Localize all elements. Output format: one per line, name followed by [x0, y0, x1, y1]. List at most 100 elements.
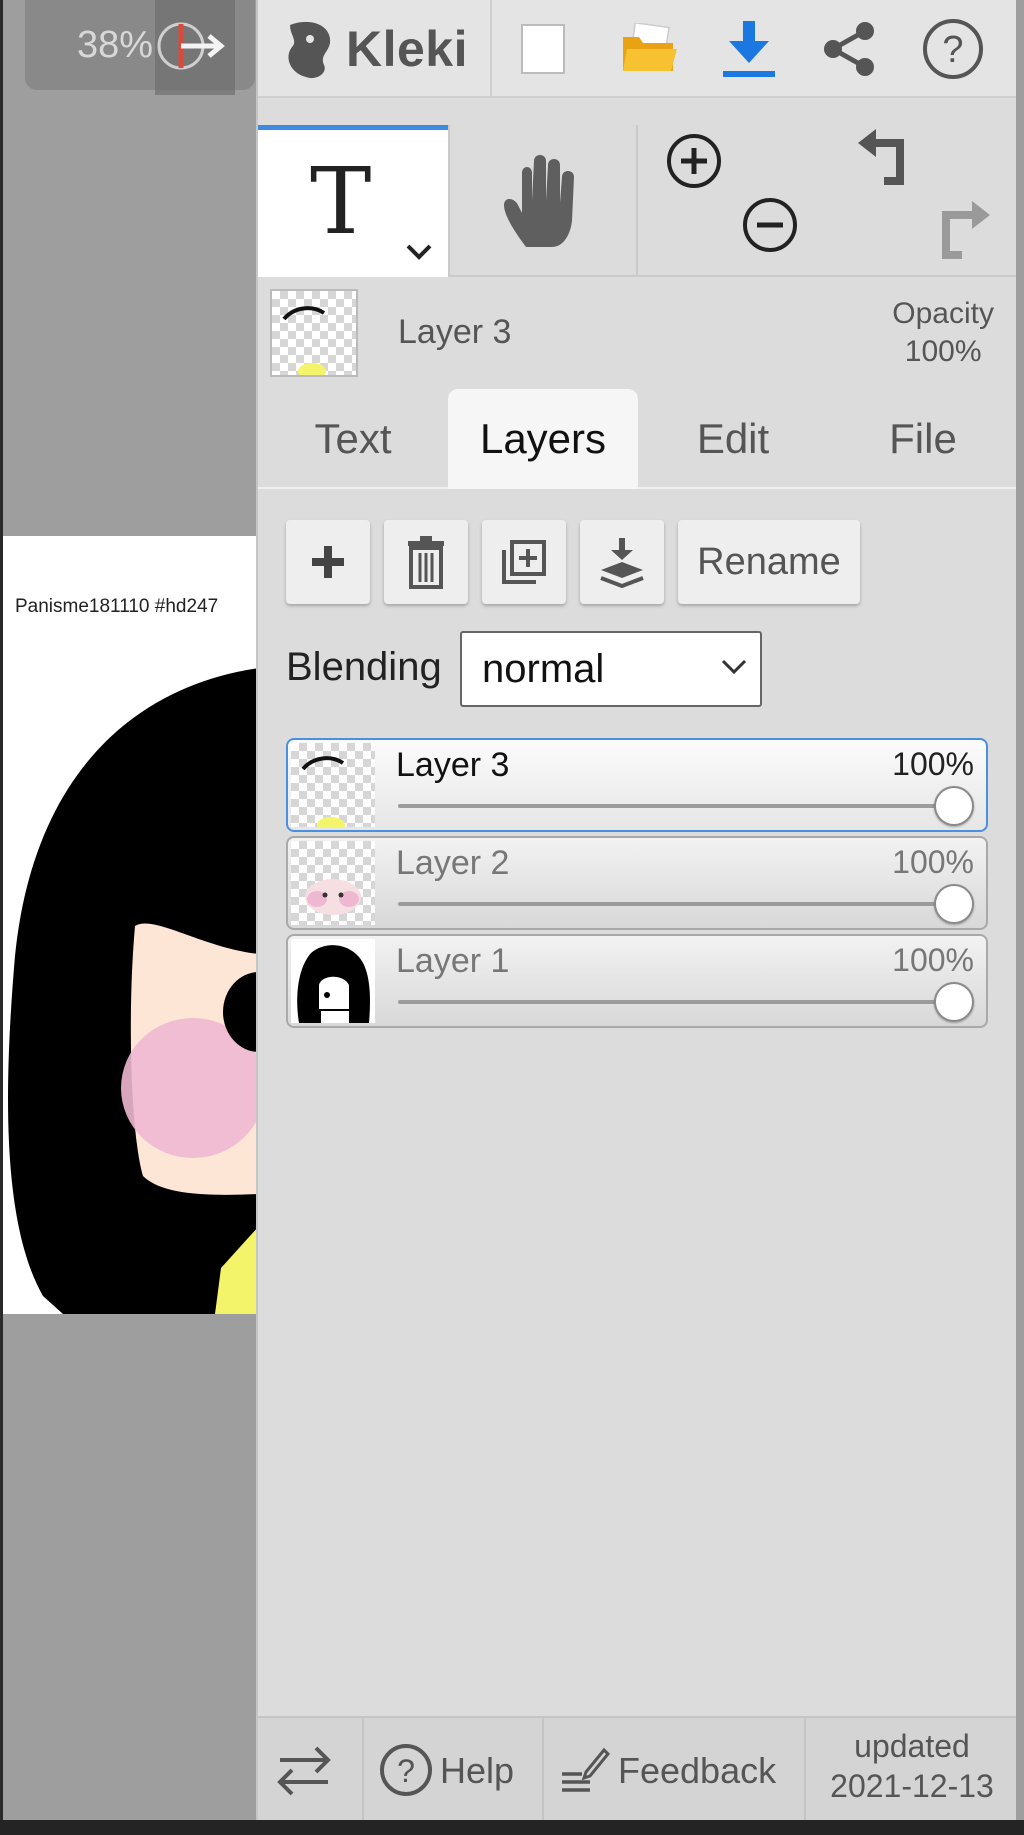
app-root: 38% Panisme181110 #hd247 Kleki ? T Layer…: [0, 0, 1024, 1835]
delete-layer-button[interactable]: [384, 520, 468, 604]
text-tool-icon: T: [310, 148, 372, 255]
blending-mode-value: normal: [482, 647, 605, 691]
feedback-pencil-icon: [562, 1747, 610, 1792]
layer-row-2[interactable]: Layer 2 100%: [286, 836, 988, 930]
rotate-button[interactable]: [155, 0, 235, 95]
help-label: Help: [440, 1750, 515, 1791]
layer-thumbnail: [291, 743, 375, 827]
opacity-value: 100%: [904, 335, 982, 368]
zoom-level: 38%: [77, 24, 154, 66]
layer-row-3[interactable]: Layer 3 100%: [286, 738, 988, 832]
divider: [362, 1718, 364, 1822]
kleki-logo-icon: [288, 21, 331, 79]
panel-edge: [1016, 0, 1024, 1820]
tab-file[interactable]: File: [828, 389, 1018, 489]
tool-row: T: [258, 125, 1018, 277]
layer-opacity-slider[interactable]: [398, 902, 950, 906]
rename-layer-button[interactable]: Rename: [678, 520, 860, 604]
layer-thumbnail-drawing: [297, 945, 370, 1023]
tab-layers[interactable]: Layers: [448, 389, 638, 489]
current-layer-info: Layer 3 Opacity 100%: [258, 279, 1018, 389]
changelog-link[interactable]: updated 2021-12-13: [806, 1726, 1018, 1816]
add-layer-button[interactable]: [286, 520, 370, 604]
swap-arrows-icon: [277, 1746, 331, 1796]
zoom-out-icon: [743, 198, 797, 252]
tab-bar: Text Layers Edit File: [258, 389, 1018, 489]
help-link[interactable]: ? Help: [372, 1718, 522, 1822]
redo-button[interactable]: [930, 197, 994, 261]
new-image-button[interactable]: [508, 14, 578, 84]
footer-bar: ? Help Feedback updated 2021-12-13: [258, 1716, 1018, 1822]
layer-opacity-slider[interactable]: [398, 804, 950, 808]
redo-icon: [942, 201, 990, 259]
top-bar: Kleki ?: [258, 0, 1018, 98]
current-layer-thumbnail: [270, 289, 358, 377]
rotate-compass-icon: [157, 22, 225, 70]
layer-row-1[interactable]: Layer 1 100%: [286, 934, 988, 1028]
layer-thumbnail-drawing: [282, 306, 326, 375]
zoom-in-button[interactable]: [664, 131, 724, 191]
zoom-out-button[interactable]: [740, 195, 800, 255]
current-layer-name: Layer 3: [398, 313, 512, 351]
layer-thumbnail: [291, 939, 375, 1023]
side-panel: Kleki ? T Layer 3 Opacity 100% Text Laye…: [256, 0, 1018, 1822]
svg-text:?: ?: [942, 29, 963, 71]
zoom-in-icon: [667, 134, 721, 188]
svg-text:?: ?: [397, 1753, 415, 1789]
layer-opacity: 100%: [892, 844, 974, 880]
layer-name: Layer 3: [396, 746, 510, 784]
undo-icon: [858, 129, 904, 185]
help-icon: ?: [380, 1744, 432, 1796]
layer-opacity-slider-handle[interactable]: [934, 786, 974, 826]
feedback-link[interactable]: Feedback: [552, 1718, 776, 1822]
layer-opacity-readout[interactable]: Opacity 100%: [892, 295, 994, 371]
divider: [490, 0, 492, 98]
merge-layer-down-button[interactable]: [580, 520, 664, 604]
open-folder-icon: [623, 23, 677, 71]
layer-thumbnail-drawing: [305, 879, 361, 915]
help-button[interactable]: ?: [918, 14, 988, 84]
share-icon: [824, 22, 874, 76]
layer-opacity-slider-handle[interactable]: [934, 884, 974, 924]
trash-icon: [408, 536, 444, 589]
layer-name: Layer 1: [396, 942, 510, 980]
swap-side-button[interactable]: [272, 1740, 336, 1800]
hand-tool-button[interactable]: [448, 125, 638, 277]
layer-opacity: 100%: [892, 746, 974, 782]
download-icon: [723, 21, 775, 77]
chevron-down-icon: [721, 659, 747, 675]
app-name: Kleki: [346, 21, 469, 77]
layer-thumbnail-drawing: [301, 756, 345, 827]
kleki-logo[interactable]: Kleki: [280, 10, 468, 88]
duplicate-icon: [502, 540, 546, 584]
system-bar: [0, 1820, 1024, 1835]
layer-opacity: 100%: [892, 942, 974, 978]
merge-down-icon: [600, 538, 644, 588]
duplicate-layer-button[interactable]: [482, 520, 566, 604]
hand-icon: [504, 155, 574, 247]
chevron-down-icon[interactable]: [404, 242, 434, 262]
layer-name: Layer 2: [396, 844, 510, 882]
tab-text[interactable]: Text: [258, 389, 448, 489]
document-canvas[interactable]: Panisme181110 #hd247: [3, 536, 256, 1314]
layer-thumbnail: [291, 841, 375, 925]
plus-icon: [312, 546, 344, 578]
help-icon: ?: [923, 19, 983, 79]
tab-edit[interactable]: Edit: [638, 389, 828, 489]
blending-mode-select[interactable]: normal: [460, 631, 762, 707]
opacity-label: Opacity: [892, 297, 994, 330]
blending-label: Blending: [286, 645, 442, 689]
open-image-button[interactable]: [614, 14, 684, 84]
divider: [542, 1718, 544, 1822]
layer-opacity-slider-handle[interactable]: [934, 982, 974, 1022]
share-button[interactable]: [814, 14, 884, 84]
canvas-drawing: [8, 668, 256, 1314]
text-tool-button[interactable]: T: [258, 125, 448, 277]
feedback-label: Feedback: [618, 1750, 777, 1791]
updated-label: updated: [854, 1728, 970, 1764]
undo-button[interactable]: [854, 129, 918, 193]
layer-opacity-slider[interactable]: [398, 1000, 950, 1004]
new-image-icon: [521, 24, 565, 74]
canvas-viewport[interactable]: 38% Panisme181110 #hd247: [0, 0, 256, 1820]
save-button[interactable]: [714, 14, 784, 84]
